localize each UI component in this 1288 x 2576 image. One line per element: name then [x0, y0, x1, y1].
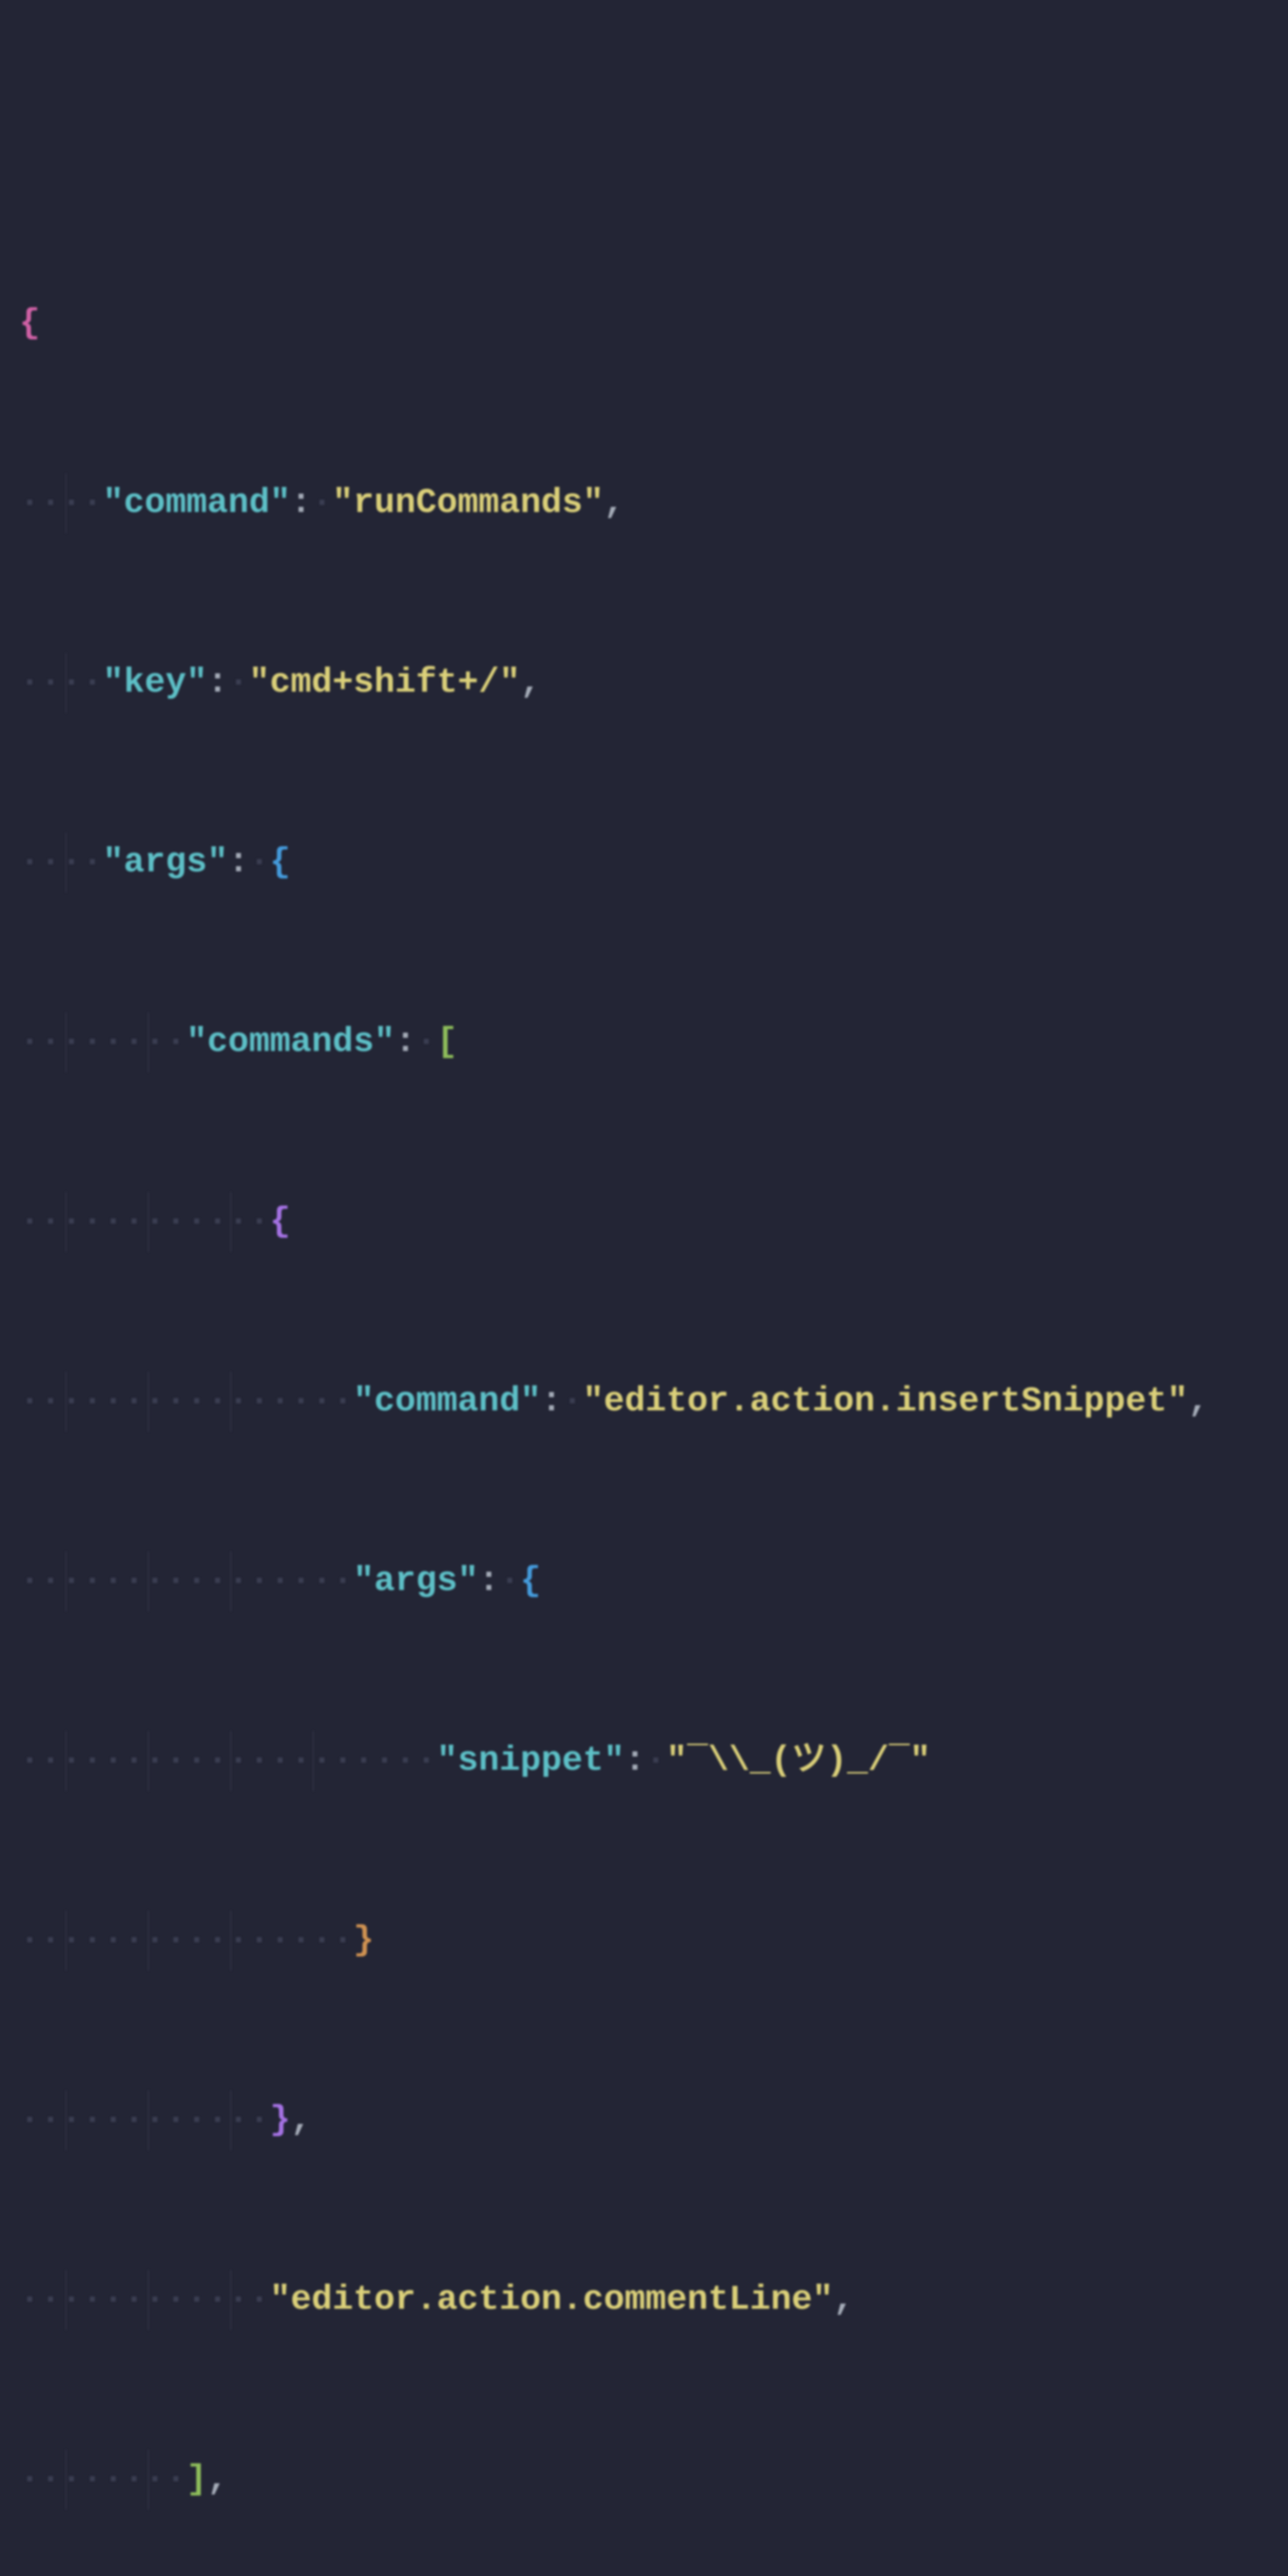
ws: ················: [19, 1921, 353, 1960]
json-key: "args": [353, 1562, 478, 1601]
ws: ············: [19, 2280, 270, 2320]
brace-open: {: [270, 843, 290, 882]
comma: ,: [1188, 1382, 1209, 1421]
colon: :: [228, 843, 249, 882]
bracket-open: [: [437, 1023, 457, 1062]
code-line: ················"args":·{: [19, 1551, 1288, 1611]
ws: ············: [19, 1202, 270, 1242]
ws: ········: [19, 2460, 186, 2499]
json-string: "runCommands": [332, 484, 603, 523]
ws: ·: [416, 1023, 437, 1062]
brace-open: {: [19, 304, 40, 343]
code-line: ················}: [19, 1911, 1288, 1971]
json-key: "command": [103, 484, 291, 523]
ws: ·: [228, 663, 249, 703]
code-line: ········"commands":·[: [19, 1012, 1288, 1072]
ws: ············: [19, 2101, 270, 2140]
code-line: ············},: [19, 2090, 1288, 2150]
ws: ·: [645, 1741, 666, 1781]
ws: ·: [562, 1382, 583, 1421]
json-key: "key": [103, 663, 207, 703]
colon: :: [290, 484, 311, 523]
bracket-close: ]: [186, 2460, 207, 2499]
colon: :: [395, 1023, 415, 1062]
json-string: "cmd+shift+/": [249, 663, 520, 703]
ws: ····: [19, 484, 103, 523]
colon: :: [207, 663, 228, 703]
colon: :: [478, 1562, 499, 1601]
brace-open: {: [520, 1562, 541, 1601]
ws: ················: [19, 1382, 353, 1421]
code-line: ················"command":·"editor.actio…: [19, 1372, 1288, 1432]
brace-close: }: [270, 2101, 290, 2140]
ws: ····················: [19, 1741, 437, 1781]
json-string: "editor.action.commentLine": [270, 2280, 833, 2320]
ws: ·: [499, 1562, 520, 1601]
code-line: ····················"snippet":·"¯\\_(ツ)_…: [19, 1731, 1288, 1791]
colon: :: [541, 1382, 562, 1421]
ws: ·: [312, 484, 332, 523]
colon: :: [625, 1741, 645, 1781]
code-line: {: [19, 294, 1288, 354]
ws: ····: [19, 663, 103, 703]
json-key: "commands": [186, 1023, 395, 1062]
comma: ,: [603, 484, 624, 523]
code-line: ········],: [19, 2450, 1288, 2510]
ws: ····: [19, 843, 103, 882]
code-line: ····"args":·{: [19, 833, 1288, 893]
json-key: "command": [353, 1382, 541, 1421]
code-editor[interactable]: { ····"command":·"runCommands", ····"key…: [0, 0, 1288, 1288]
ws: ·: [249, 843, 269, 882]
comma: ,: [290, 2101, 311, 2140]
brace-open: {: [270, 1202, 290, 1242]
json-key: "args": [103, 843, 228, 882]
comma: ,: [520, 663, 541, 703]
code-line: ············{: [19, 1192, 1288, 1252]
comma: ,: [207, 2460, 228, 2499]
code-line: ············"editor.action.commentLine",: [19, 2270, 1288, 2330]
json-string: "¯\\_(ツ)_/¯": [667, 1741, 931, 1781]
comma: ,: [833, 2280, 854, 2320]
code-line: ····"command":·"runCommands",: [19, 473, 1288, 533]
ws: ········: [19, 1023, 186, 1062]
code-line: ····"key":·"cmd+shift+/",: [19, 653, 1288, 713]
brace-close: }: [353, 1921, 374, 1960]
json-key: "snippet": [437, 1741, 625, 1781]
json-string: "editor.action.insertSnippet": [583, 1382, 1188, 1421]
ws: ················: [19, 1562, 353, 1601]
